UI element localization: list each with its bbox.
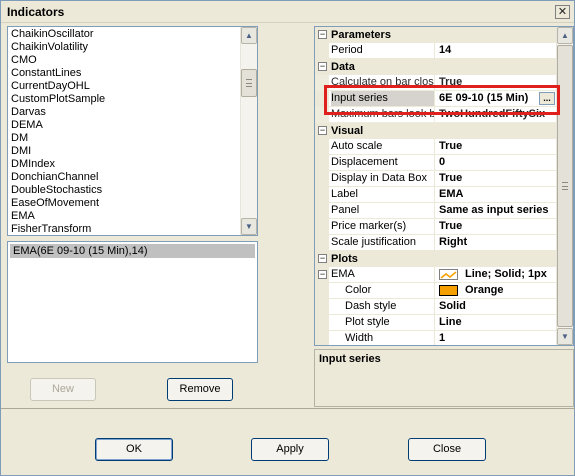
property-period[interactable]: Period 14 <box>315 43 557 59</box>
indicator-list-scrollbar[interactable]: ▲ ▼ <box>240 27 257 235</box>
category-label: Data <box>331 61 355 73</box>
category-plots[interactable]: − Plots <box>315 251 557 267</box>
list-item-selected[interactable]: EMA(6E 09-10 (15 Min),14) <box>10 244 255 258</box>
property-plot-style[interactable]: Plot style Line <box>315 315 557 331</box>
property-panel[interactable]: Panel Same as input series <box>315 203 557 219</box>
property-scale-justification[interactable]: Scale justification Right <box>315 235 557 251</box>
color-name: Orange <box>465 284 504 296</box>
property-plot-ema[interactable]: − EMA Line; Solid; 1px <box>315 267 557 283</box>
list-item[interactable]: CustomPlotSample <box>11 93 105 106</box>
title-bar: Indicators ✕ <box>1 1 574 23</box>
property-value[interactable]: True <box>439 171 557 186</box>
indicator-list-items: ChaikinOscillator ChaikinVolatility CMO … <box>11 28 105 235</box>
list-item[interactable]: CMO <box>11 54 105 67</box>
list-item[interactable]: ConstantLines <box>11 67 105 80</box>
list-item[interactable]: EMA <box>11 210 105 223</box>
list-item[interactable]: DonchianChannel <box>11 171 105 184</box>
property-display-in-data-box[interactable]: Display in Data Box True <box>315 171 557 187</box>
collapse-icon[interactable]: − <box>318 254 327 263</box>
property-value[interactable]: Right <box>439 235 557 250</box>
scroll-thumb[interactable] <box>241 69 257 97</box>
property-value[interactable]: Line; Solid; 1px <box>439 267 557 282</box>
property-value[interactable]: 14 <box>439 43 557 58</box>
plot-summary: Line; Solid; 1px <box>465 268 547 280</box>
property-name: Scale justification <box>331 235 435 250</box>
scroll-down-icon[interactable]: ▼ <box>557 328 573 345</box>
category-parameters[interactable]: − Parameters <box>315 27 557 43</box>
property-value[interactable]: 0 <box>439 155 557 170</box>
list-item[interactable]: EaseOfMovement <box>11 197 105 210</box>
property-price-markers[interactable]: Price marker(s) True <box>315 219 557 235</box>
collapse-icon[interactable]: − <box>318 270 327 279</box>
close-icon[interactable]: ✕ <box>555 5 570 19</box>
divider <box>1 408 575 409</box>
applied-indicators-list[interactable]: EMA(6E 09-10 (15 Min),14) <box>7 241 258 363</box>
property-width[interactable]: Width 1 <box>315 331 557 345</box>
dialog-title: Indicators <box>7 5 65 19</box>
list-item[interactable]: DMIndex <box>11 158 105 171</box>
list-item[interactable]: FisherTransform <box>11 223 105 235</box>
list-item[interactable]: DEMA <box>11 119 105 132</box>
property-label[interactable]: Label EMA <box>315 187 557 203</box>
property-name: Auto scale <box>331 139 435 154</box>
property-name: Width <box>345 331 435 345</box>
property-value[interactable]: True <box>439 219 557 234</box>
indicator-list[interactable]: ChaikinOscillator ChaikinVolatility CMO … <box>7 26 258 236</box>
highlight-annotation <box>324 85 560 115</box>
property-value[interactable]: Orange <box>439 283 557 298</box>
property-grid-scrollbar[interactable]: ▲ ▼ <box>556 27 573 345</box>
line-plot-icon <box>439 269 458 280</box>
close-button[interactable]: Close <box>408 438 486 461</box>
category-visual[interactable]: − Visual <box>315 123 557 139</box>
scroll-down-icon[interactable]: ▼ <box>241 218 257 235</box>
category-data[interactable]: − Data <box>315 59 557 75</box>
property-name: Price marker(s) <box>331 219 435 234</box>
property-auto-scale[interactable]: Auto scale True <box>315 139 557 155</box>
property-name: Panel <box>331 203 435 218</box>
list-item[interactable]: ChaikinVolatility <box>11 41 105 54</box>
category-label: Plots <box>331 253 358 265</box>
property-name: Plot style <box>345 315 435 330</box>
indicators-dialog: Indicators ✕ ChaikinOscillator ChaikinVo… <box>0 0 575 476</box>
collapse-icon[interactable]: − <box>318 126 327 135</box>
property-value[interactable]: EMA <box>439 187 557 202</box>
property-name: Displacement <box>331 155 435 170</box>
property-value[interactable]: Line <box>439 315 557 330</box>
property-value[interactable]: Solid <box>439 299 557 314</box>
property-value[interactable]: Same as input series <box>439 203 557 218</box>
color-swatch <box>439 285 458 296</box>
property-color[interactable]: Color Orange <box>315 283 557 299</box>
scroll-up-icon[interactable]: ▲ <box>241 27 257 44</box>
property-grid[interactable]: − Parameters Period 14 − Data Calculate … <box>314 26 574 346</box>
list-item[interactable]: Darvas <box>11 106 105 119</box>
category-label: Visual <box>331 125 364 137</box>
apply-button[interactable]: Apply <box>251 438 329 461</box>
new-button[interactable]: New <box>30 378 96 401</box>
remove-button[interactable]: Remove <box>167 378 233 401</box>
property-name: Color <box>345 283 435 298</box>
ok-button[interactable]: OK <box>95 438 173 461</box>
description-title: Input series <box>319 353 381 365</box>
property-name: Dash style <box>345 299 435 314</box>
list-item[interactable]: DM <box>11 132 105 145</box>
list-item[interactable]: CurrentDayOHL <box>11 80 105 93</box>
collapse-icon[interactable]: − <box>318 62 327 71</box>
collapse-icon[interactable]: − <box>318 30 327 39</box>
property-dash-style[interactable]: Dash style Solid <box>315 299 557 315</box>
list-item[interactable]: DoubleStochastics <box>11 184 105 197</box>
scroll-up-icon[interactable]: ▲ <box>557 27 573 44</box>
category-label: Parameters <box>331 29 391 41</box>
property-name: Period <box>331 43 435 58</box>
property-value[interactable]: 1 <box>439 331 557 345</box>
property-value[interactable]: True <box>439 139 557 154</box>
list-item[interactable]: ChaikinOscillator <box>11 28 105 41</box>
property-displacement[interactable]: Displacement 0 <box>315 155 557 171</box>
property-description-panel: Input series <box>314 349 574 407</box>
property-name: Display in Data Box <box>331 171 435 186</box>
list-item[interactable]: DMI <box>11 145 105 158</box>
property-name: EMA <box>331 267 435 282</box>
property-name: Label <box>331 187 435 202</box>
